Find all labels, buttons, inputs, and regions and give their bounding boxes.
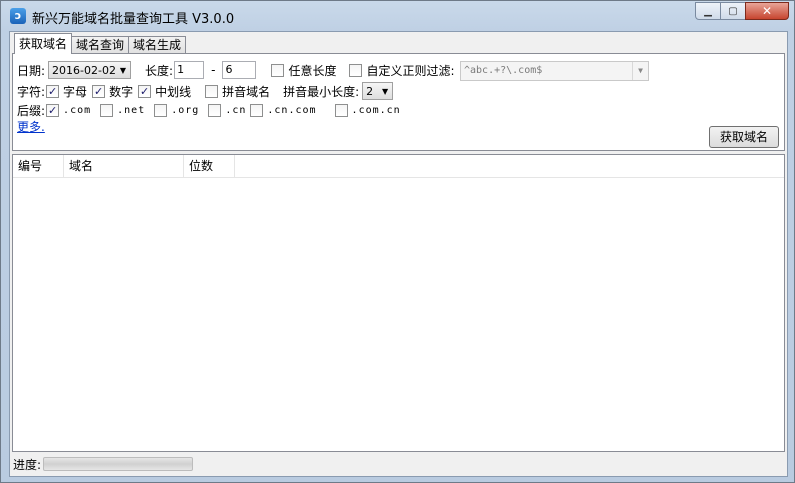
checkmark-icon: ✓ [47, 104, 58, 117]
suffix-com-checkbox[interactable]: ✓ [46, 104, 60, 117]
more-suffixes-link[interactable]: 更多. [17, 118, 45, 135]
checkmark-icon: ✓ [93, 84, 104, 98]
chevron-down-icon[interactable]: ▼ [632, 62, 648, 80]
date-picker[interactable]: 2016-02-02 ▼ [48, 61, 132, 79]
client-area: 获取域名 域名查询 域名生成 日期: 2016-02-02 ▼ 长度: 1 - … [9, 31, 788, 477]
pinyin-checkbox[interactable] [205, 84, 219, 98]
tab-domain-generate[interactable]: 域名生成 [128, 36, 187, 54]
fetch-domains-button[interactable]: 获取域名 [709, 126, 779, 148]
tab-strip: 获取域名 域名查询 域名生成 [14, 33, 187, 54]
suffix-net-checkbox[interactable] [100, 104, 114, 117]
suffix-cn-label: .cn [225, 105, 247, 116]
chars-label: 字符: [17, 84, 46, 99]
column-header-domain[interactable]: 域名 [64, 155, 184, 177]
pinyin-min-value: 2 [366, 84, 374, 98]
domain-list[interactable]: 编号 域名 位数 [12, 154, 785, 452]
regex-filter-checkbox[interactable] [349, 63, 363, 77]
chevron-down-icon: ▼ [382, 87, 389, 96]
checkmark-icon: ✓ [47, 84, 58, 98]
list-header: 编号 域名 位数 [13, 155, 784, 178]
date-value: 2016-02-02 [52, 63, 116, 77]
suffix-net-label: .net [117, 105, 146, 116]
progress-bar [43, 457, 194, 471]
options-panel: 日期: 2016-02-02 ▼ 长度: 1 - 6 任意长度 自定义正则过滤:… [12, 53, 785, 151]
tab-get-domains[interactable]: 获取域名 [14, 33, 73, 54]
suffix-cn-com-label: .cn.com [267, 105, 317, 116]
status-bar: 进度: [9, 453, 788, 475]
maximize-button[interactable]: ▢ [720, 2, 746, 20]
progress-label: 进度: [13, 457, 42, 472]
tab-domain-query[interactable]: 域名查询 [71, 36, 130, 54]
suffix-cn-checkbox[interactable] [208, 104, 222, 117]
suffix-org-label: .org [171, 105, 200, 116]
length-separator: - [211, 63, 216, 77]
window-title: 新兴万能域名批量查询工具 V3.0.0 [32, 12, 235, 27]
suffix-com-cn-label: .com.cn [351, 105, 401, 116]
minimize-button[interactable]: ▁ [695, 2, 721, 20]
window-controls: ▁ ▢ ✕ [695, 2, 789, 21]
hyphen-label: 中划线 [155, 84, 192, 99]
any-length-label: 任意长度 [288, 63, 337, 78]
digits-checkbox[interactable]: ✓ [92, 84, 106, 98]
suffix-org-checkbox[interactable] [154, 104, 168, 117]
any-length-checkbox[interactable] [271, 63, 285, 77]
pinyin-min-select[interactable]: 2 ▼ [362, 82, 394, 100]
letters-checkbox[interactable]: ✓ [46, 84, 60, 98]
regex-filter-label: 自定义正则过滤: [366, 63, 455, 78]
pinyin-label: 拼音域名 [222, 84, 271, 99]
close-icon: ✕ [761, 4, 773, 18]
close-button[interactable]: ✕ [745, 2, 789, 20]
app-window: ↄ 新兴万能域名批量查询工具 V3.0.0 ▁ ▢ ✕ 获取域名 域名查询 域名… [0, 0, 795, 483]
hyphen-checkbox[interactable]: ✓ [138, 84, 152, 98]
digits-label: 数字 [109, 84, 134, 99]
pinyin-min-label: 拼音最小长度: [283, 84, 360, 99]
date-label: 日期: [17, 63, 46, 78]
row-suffix: 后缀: ✓ .com .net .org .cn .cn.com .com.cn [17, 102, 401, 119]
chevron-down-icon: ▼ [119, 66, 127, 75]
suffix-label: 后缀: [17, 104, 46, 118]
row-chars: 字符: ✓ 字母 ✓ 数字 ✓ 中划线 拼音域名 拼音最小长度: 2 ▼ [17, 82, 394, 100]
length-max-input[interactable]: 6 [222, 61, 257, 79]
title-bar[interactable]: ↄ 新兴万能域名批量查询工具 V3.0.0 ▁ ▢ ✕ [1, 1, 794, 31]
suffix-cn-com-checkbox[interactable] [250, 104, 264, 117]
suffix-com-cn-checkbox[interactable] [334, 104, 348, 117]
column-header-length[interactable]: 位数 [184, 155, 235, 177]
column-header-number[interactable]: 编号 [13, 155, 64, 177]
length-label: 长度: [145, 63, 174, 78]
suffix-com-label: .com [63, 105, 92, 116]
app-logo-icon: ↄ [10, 8, 26, 24]
regex-value: ^abc.+?\.com$ [464, 65, 543, 76]
letters-label: 字母 [63, 84, 88, 99]
row-date-length: 日期: 2016-02-02 ▼ 长度: 1 - 6 任意长度 自定义正则过滤: [17, 61, 455, 79]
maximize-icon: ▢ [728, 5, 738, 17]
minimize-icon: ▁ [704, 5, 712, 17]
length-min-input[interactable]: 1 [174, 61, 205, 79]
checkmark-icon: ✓ [139, 84, 150, 98]
regex-input[interactable]: ^abc.+?\.com$ ▼ [460, 61, 649, 81]
